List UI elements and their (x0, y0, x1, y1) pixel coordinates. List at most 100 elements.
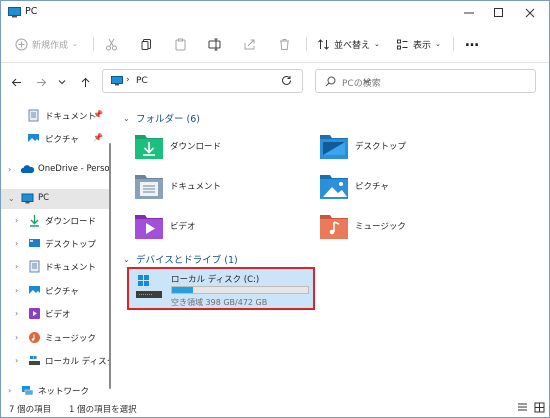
sidebar-item-pc[interactable]: ⌄ PC (1, 189, 111, 209)
expand-chevron-icon[interactable]: › (8, 165, 11, 174)
minimize-button[interactable] (454, 1, 484, 25)
share-button[interactable] (243, 34, 256, 54)
sort-button[interactable]: 並べ替え ⌄ (317, 34, 380, 54)
maximize-button[interactable] (484, 1, 514, 25)
paste-button[interactable] (174, 34, 187, 54)
cut-button[interactable] (105, 34, 118, 54)
refresh-button[interactable] (281, 75, 295, 89)
sidebar-item-desktop[interactable]: › デスクトップ (1, 234, 111, 254)
sidebar-item-label: ビデオ (45, 310, 71, 320)
large-icons-view-icon[interactable] (534, 402, 545, 413)
sidebar-item-local-disk[interactable]: › ローカル ディスク ( (1, 351, 111, 371)
sidebar-item-label: ローカル ディスク ( (45, 357, 111, 367)
sidebar-item-onedrive[interactable]: › OneDrive - Perso (1, 160, 111, 180)
recent-locations-button[interactable] (55, 75, 69, 89)
selection-count: 1 個の項目を選択 (69, 405, 137, 415)
folder-item-desktop[interactable]: デスクトップ (319, 131, 469, 163)
sidebar-item-downloads[interactable]: › ダウンロード (1, 211, 111, 231)
new-icon (15, 38, 28, 50)
sidebar-item-documents[interactable]: › ドキュメント (1, 257, 111, 277)
forward-button[interactable] (34, 75, 48, 89)
folder-label: ピクチャ (355, 182, 389, 192)
sidebar-item-pictures-pinned[interactable]: ピクチャ 📌 (1, 129, 111, 149)
expand-chevron-icon[interactable]: › (15, 356, 18, 365)
address-bar[interactable]: › PC (102, 69, 371, 93)
expand-chevron-icon[interactable]: › (15, 216, 18, 225)
title-bar: PC (1, 1, 549, 25)
copy-button[interactable] (140, 34, 153, 54)
sidebar-item-network[interactable]: › ネットワーク (1, 381, 111, 399)
drive-usage-fill (172, 287, 194, 293)
file-explorer-window: PC 新規作成 ⌄ 並べ替え ⌄ 表示 ⌄ … › PC PCの検索 ドキュメン… (0, 0, 550, 418)
pictures-icon (28, 134, 39, 143)
folder-label: ビデオ (170, 222, 196, 232)
chevron-down-icon: ⌄ (435, 40, 441, 48)
sidebar-item-label: ネットワーク (38, 387, 90, 397)
sidebar-item-pictures[interactable]: › ピクチャ (1, 281, 111, 301)
details-view-icon[interactable] (517, 402, 528, 413)
sort-label: 並べ替え (334, 40, 371, 51)
sort-icon (318, 38, 329, 50)
back-button[interactable] (9, 75, 23, 89)
sidebar-item-videos[interactable]: › ビデオ (1, 304, 111, 324)
more-button[interactable]: … (465, 32, 479, 52)
sidebar-item-documents-pinned[interactable]: ドキュメント 📌 (1, 106, 111, 126)
folder-item-pictures[interactable]: ピクチャ (319, 171, 469, 203)
documents-icon (28, 109, 39, 122)
maximize-icon (494, 8, 503, 17)
expand-chevron-icon[interactable]: › (15, 333, 18, 342)
cut-icon (106, 38, 117, 50)
breadcrumb-pc[interactable]: PC (136, 76, 148, 86)
network-icon (22, 386, 34, 396)
folder-label: デスクトップ (355, 142, 407, 152)
folder-item-documents[interactable]: ドキュメント (134, 171, 284, 203)
up-button[interactable] (78, 75, 92, 89)
drive-usage-bar (171, 286, 309, 294)
music-folder-icon (320, 215, 348, 239)
paste-icon (175, 38, 186, 50)
rename-button[interactable] (208, 34, 222, 54)
command-bar: 新規作成 ⌄ 並べ替え ⌄ 表示 ⌄ … (1, 25, 549, 63)
pc-icon (21, 193, 34, 204)
pin-icon: 📌 (93, 110, 103, 119)
view-button[interactable]: 表示 ⌄ (396, 34, 441, 54)
sidebar-item-label: デスクトップ (45, 240, 97, 250)
close-icon (525, 8, 535, 18)
sidebar-item-music[interactable]: › ミュージック (1, 328, 111, 348)
downloads-icon (30, 215, 39, 227)
new-button[interactable]: 新規作成 ⌄ (15, 34, 78, 54)
toolbar-divider (453, 37, 454, 51)
expand-chevron-icon[interactable]: › (15, 309, 18, 318)
expand-chevron-icon[interactable]: › (15, 239, 18, 248)
delete-button[interactable] (278, 34, 291, 54)
expand-chevron-icon[interactable]: › (8, 386, 11, 395)
close-button[interactable] (515, 1, 545, 25)
pc-icon (111, 76, 123, 86)
desktop-folder-icon (320, 135, 348, 159)
search-placeholder: PCの検索 (342, 79, 381, 89)
up-arrow-icon (81, 77, 89, 87)
collapse-chevron-icon[interactable]: ⌄ (8, 194, 15, 203)
drive-item-local-disk-c[interactable]: ローカル ディスク (C:) 空き領域 398 GB/472 GB (127, 267, 315, 310)
folder-item-videos[interactable]: ビデオ (134, 211, 284, 243)
folder-item-music[interactable]: ミュージック (319, 211, 469, 243)
drives-section-title: デバイスとドライブ (1) (136, 255, 238, 266)
expand-chevron-icon[interactable]: › (15, 286, 18, 295)
folders-section-header[interactable]: ⌄ フォルダー (6) (123, 111, 200, 126)
pictures-icon (29, 286, 40, 295)
share-icon (244, 39, 255, 49)
forward-arrow-icon (36, 78, 46, 86)
refresh-icon (282, 75, 291, 85)
folder-item-downloads[interactable]: ダウンロード (134, 131, 284, 163)
chevron-down-icon: ⌄ (72, 40, 78, 48)
drives-section-header[interactable]: ⌄ デバイスとドライブ (1) (123, 252, 238, 267)
sidebar-item-label: OneDrive - Perso (38, 164, 110, 174)
navigation-pane: ドキュメント 📌 ピクチャ 📌 › OneDrive - Perso ⌄ PC … (1, 101, 111, 399)
window-title: PC (25, 6, 38, 17)
sidebar-scrollbar[interactable] (109, 143, 111, 389)
expand-chevron-icon[interactable]: › (15, 262, 18, 271)
status-bar: 7 個の項目 1 個の項目を選択 (1, 399, 549, 417)
pin-icon: 📌 (93, 133, 103, 142)
sidebar-item-label: PC (38, 193, 50, 203)
search-box[interactable]: PCの検索 (315, 69, 536, 93)
